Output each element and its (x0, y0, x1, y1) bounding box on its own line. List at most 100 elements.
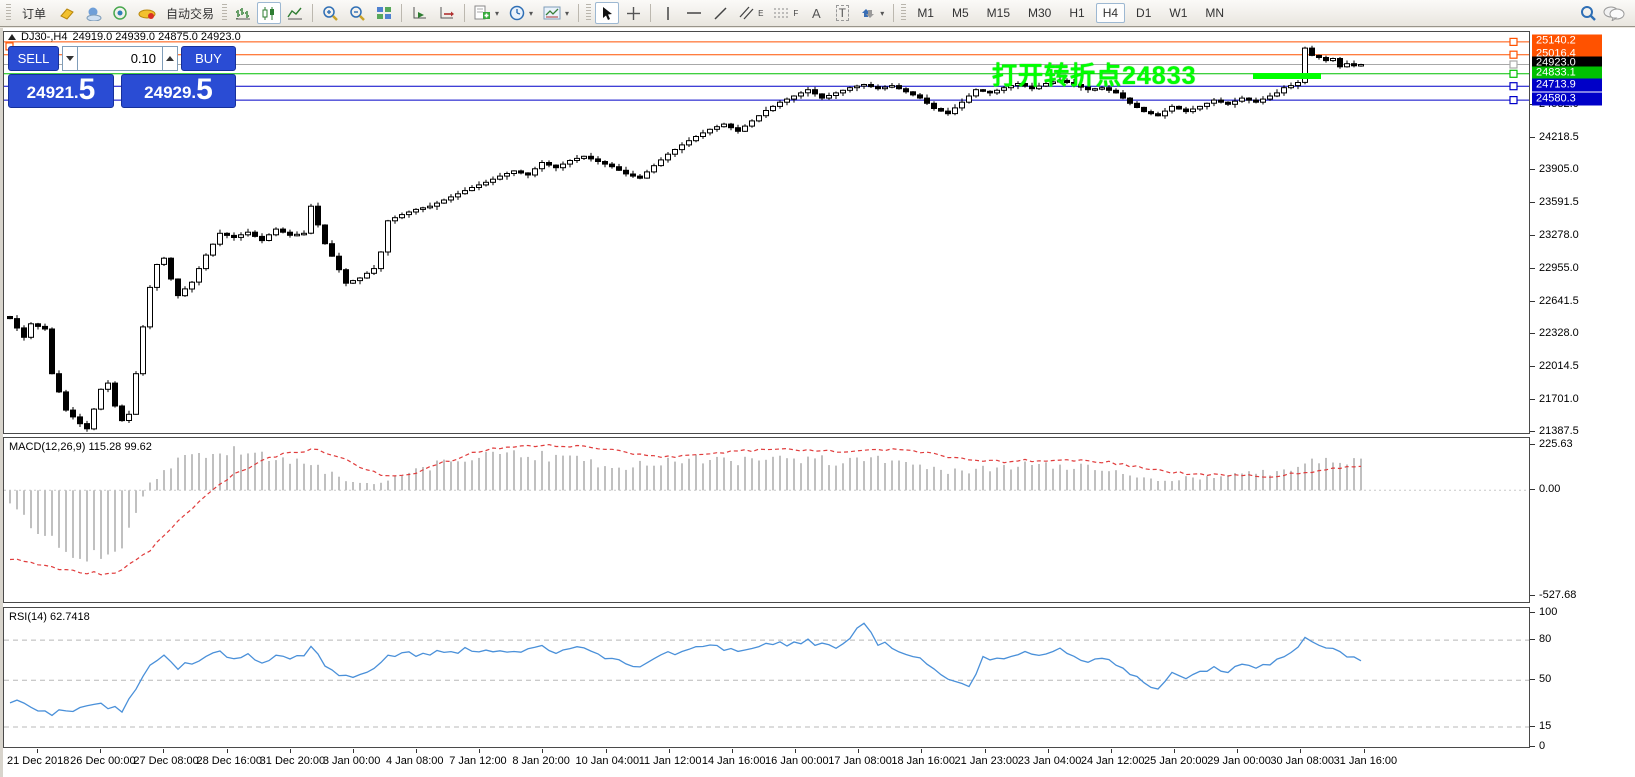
buy-button[interactable]: BUY (181, 46, 236, 71)
auto-scroll-button[interactable] (407, 2, 432, 24)
collapse-triangle-icon[interactable] (8, 34, 16, 40)
time-label: 10 Jan 04:00 (576, 755, 640, 767)
candle-body (218, 233, 223, 244)
time-tick-mark (795, 749, 796, 753)
macd-pane[interactable]: MACD(12,26,9) 115.28 99.62 (3, 437, 1530, 603)
candle-body (1177, 106, 1182, 109)
candle-body (92, 409, 97, 429)
candle-body (57, 374, 62, 392)
sell-price-display[interactable]: 24921.5 (8, 74, 114, 108)
candlestick-mode-button[interactable] (257, 2, 281, 24)
volume-decrease-button[interactable] (62, 46, 78, 71)
candle-body (701, 133, 706, 137)
candle-body (365, 273, 370, 278)
candle-body (1324, 58, 1329, 61)
chart-shift-button[interactable] (434, 2, 459, 24)
crosshair-tool-button[interactable] (621, 2, 645, 24)
timeframe-h1-button[interactable]: H1 (1062, 3, 1091, 23)
candle-body (1163, 111, 1168, 116)
text-label-tool-button[interactable]: T (830, 2, 854, 24)
time-tick-mark (479, 749, 480, 753)
indicators-button[interactable]: ▾ (470, 2, 503, 24)
candle-body (127, 414, 132, 420)
time-axis[interactable]: 21 Dec 201826 Dec 00:0027 Dec 08:0028 De… (3, 749, 1530, 777)
timeframe-m5-button[interactable]: M5 (945, 3, 976, 23)
timeframe-m1-button[interactable]: M1 (910, 3, 941, 23)
timeframe-h4-button[interactable]: H4 (1096, 3, 1125, 23)
annotation-text[interactable]: 打开转折点24833 (992, 56, 1197, 92)
candle-body (1184, 109, 1189, 112)
zoom-out-icon (349, 5, 366, 21)
annotation-thick-line[interactable] (1253, 73, 1321, 79)
toolbar-right-group (1579, 5, 1631, 22)
axis-tick-mark (1530, 333, 1535, 334)
fibonacci-tool-button[interactable]: F (769, 2, 802, 24)
candle-body (295, 234, 300, 236)
bar-chart-mode-button[interactable] (231, 2, 255, 24)
axis-tick-mark (1530, 399, 1535, 400)
timeframe-mn-button[interactable]: MN (1198, 3, 1231, 23)
sell-button[interactable]: SELL (8, 46, 59, 71)
zoom-out-button[interactable] (345, 2, 370, 24)
buy-price-display[interactable]: 24929.5 (121, 74, 236, 108)
candle-body (974, 90, 979, 96)
timeframe-m30-button[interactable]: M30 (1021, 3, 1058, 23)
chat-cloud-button[interactable] (81, 2, 106, 24)
time-tick-mark (985, 749, 986, 753)
auto-trading-button[interactable]: 自动交易 (162, 2, 218, 24)
candle-body (624, 170, 629, 174)
periods-button[interactable]: ▾ (505, 2, 537, 24)
rsi-line (10, 623, 1361, 715)
volume-input[interactable] (78, 46, 162, 71)
time-label: 8 Jan 20:00 (512, 755, 570, 767)
level-handle (1510, 38, 1517, 45)
candle-body (169, 258, 174, 279)
market-watch-button[interactable] (55, 2, 79, 24)
candle-body (596, 159, 601, 162)
candle-body (533, 169, 538, 175)
trendline-tool-button[interactable] (708, 2, 732, 24)
candle-body (162, 258, 167, 264)
tile-windows-button[interactable] (372, 2, 396, 24)
candle-body (799, 93, 804, 96)
line-chart-mode-button[interactable] (283, 2, 307, 24)
candle-body (8, 317, 13, 319)
toolbar-separator (312, 4, 313, 22)
candle-body (29, 324, 34, 338)
book-icon (59, 6, 75, 20)
zoom-in-button[interactable] (318, 2, 343, 24)
candle-body (869, 85, 874, 87)
axis-tick-mark (1530, 202, 1535, 203)
volume-increase-button[interactable] (162, 46, 178, 71)
price-axis-column[interactable]: 24532.024218.523905.023591.523278.022955… (1530, 31, 1635, 777)
expert-advisor-button[interactable] (134, 2, 160, 24)
equidistant-channel-tool-button[interactable]: E (734, 2, 767, 24)
timeframe-d1-button[interactable]: D1 (1129, 3, 1158, 23)
arrows-tool-button[interactable]: ▾ (856, 2, 888, 24)
candle-body (407, 212, 412, 215)
dropdown-caret-icon: ▾ (880, 9, 884, 18)
text-tool-button[interactable]: A (804, 2, 828, 24)
timeframe-m15-button[interactable]: M15 (980, 3, 1017, 23)
comments-icon[interactable] (1603, 5, 1625, 21)
vertical-line-tool-button[interactable] (656, 2, 680, 24)
candle-body (120, 406, 125, 421)
candle-body (1226, 102, 1231, 104)
toolbar-separator (464, 4, 465, 22)
candle-body (897, 86, 902, 89)
horizontal-line-tool-button[interactable] (682, 2, 706, 24)
cursor-tool-button[interactable] (595, 2, 619, 24)
auto-scroll-icon (411, 6, 428, 21)
chart-title: DJ30-,H4 (21, 31, 67, 43)
new-order-button[interactable]: 订单 (15, 2, 53, 24)
templates-button[interactable]: ▾ (539, 2, 573, 24)
clock-icon (509, 5, 525, 21)
buy-price-main: 24929. (144, 81, 196, 105)
timeframe-w1-button[interactable]: W1 (1162, 3, 1194, 23)
time-label: 25 Jan 20:00 (1144, 755, 1208, 767)
tile-windows-icon (376, 6, 392, 20)
candle-body (1338, 59, 1343, 67)
signals-button[interactable] (108, 2, 132, 24)
search-icon[interactable] (1579, 5, 1597, 22)
rsi-pane[interactable]: RSI(14) 62.7418 (3, 607, 1530, 748)
